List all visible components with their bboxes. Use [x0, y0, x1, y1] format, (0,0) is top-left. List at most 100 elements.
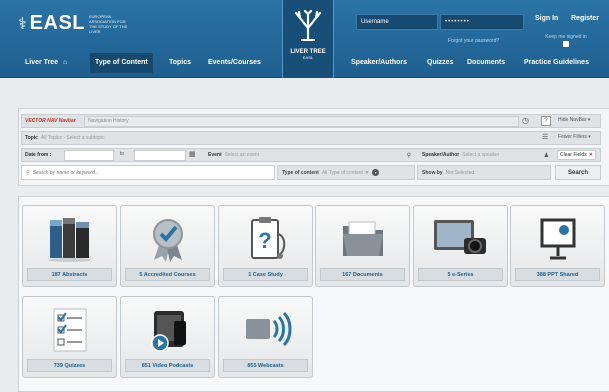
monitor-camera-icon	[414, 214, 507, 269]
topic-value: All Topics - Select a subtopic	[40, 135, 105, 141]
date-to-label: to	[120, 151, 125, 157]
tile-e-series[interactable]: 5 e-Series	[413, 205, 508, 287]
close-icon: ✕	[588, 152, 593, 158]
show-by-label: Show by	[422, 169, 443, 176]
tile-label: 388 PPT Shared	[515, 268, 600, 281]
nav-quizzes[interactable]: Quizzes	[422, 53, 458, 73]
nav-speakers-authors[interactable]: Speaker/Authors	[346, 53, 412, 73]
help-icon[interactable]: ?	[541, 116, 551, 126]
date-to-input[interactable]	[134, 150, 186, 161]
username-input[interactable]: Username	[356, 14, 438, 30]
calendar-icon[interactable]: ▦	[189, 150, 196, 158]
search-placeholder: Search by name or keyword...	[32, 169, 100, 176]
emblem-subtitle: EASL	[302, 55, 314, 60]
history-clock-icon[interactable]: ◷	[522, 116, 529, 125]
tile-webcasts[interactable]: 855 Webcasts	[218, 296, 313, 378]
site-header: ⚕ EASL EUROPEAN ASSOCIATION FOR THE STUD…	[0, 0, 609, 78]
nav-liver-tree-label: Liver Tree	[25, 59, 59, 66]
tile-label: 855 Webcasts	[223, 359, 308, 372]
type-of-content-value: All Type of content	[321, 169, 363, 176]
fewer-filters-toggle[interactable]: Fewer Filters ▾	[558, 134, 591, 140]
clipboard-stethoscope-icon: ?	[219, 214, 312, 269]
tile-label: 739 Quizzes	[27, 359, 112, 372]
speaker-filter[interactable]: Speaker/Author Select a speaker ♟	[419, 149, 553, 161]
caduceus-icon: ⚕	[18, 15, 27, 33]
show-by-select[interactable]: Show by Not Selected	[417, 165, 551, 180]
keep-signed-in[interactable]: Keep me signed in	[540, 34, 592, 47]
tile-label: 851 Video Podcasts	[125, 359, 210, 372]
search-row: ⚲ Search by name or keyword... Type of c…	[21, 165, 601, 180]
navbar-brand: VECTOR NAV Navbar	[22, 115, 76, 127]
list-icon[interactable]: ☰	[542, 133, 548, 141]
fewer-filters-label: Fewer Filters	[558, 134, 587, 140]
books-icon	[23, 214, 116, 269]
clear-fields-button[interactable]: Clear Fields ✕	[557, 150, 596, 160]
tile-abstracts[interactable]: 187 Abstracts	[22, 205, 117, 287]
caret-down-icon: ▾	[588, 134, 591, 140]
folder-icon	[316, 214, 409, 269]
tile-case-study[interactable]: ? 1 Case Study	[218, 205, 313, 287]
tile-label: 187 Abstracts	[27, 268, 112, 281]
date-from-input[interactable]	[64, 150, 114, 161]
tile-label: 5 Accredited Courses	[125, 268, 210, 281]
tree-icon	[294, 9, 322, 42]
award-ribbon-icon	[121, 214, 214, 269]
tile-quizzes[interactable]: 739 Quizzes	[22, 296, 117, 378]
search-button[interactable]: Search	[555, 165, 601, 180]
date-from-label-cell: Date from :	[22, 149, 51, 161]
navigation-history-text: Navigation History	[88, 118, 129, 124]
logo-subtitle: EUROPEAN ASSOCIATION FOR THE STUDY OF TH…	[89, 13, 128, 34]
nav-events-courses[interactable]: Events/Courses	[203, 53, 266, 73]
date-from-label: Date from :	[25, 152, 52, 158]
easl-logo[interactable]: ⚕ EASL EUROPEAN ASSOCIATION FOR THE STUD…	[18, 12, 129, 35]
search-input[interactable]: ⚲ Search by name or keyword...	[21, 165, 275, 180]
tile-ppt-shared[interactable]: 388 PPT Shared	[510, 205, 605, 287]
password-input[interactable]: ••••••••	[440, 14, 524, 30]
navbar-row: VECTOR NAV Navbar Navigation History ◷ ?…	[21, 114, 601, 128]
tile-documents[interactable]: 167 Documents	[315, 205, 410, 287]
type-of-content-label: Type of content	[282, 169, 319, 176]
chevron-down-icon[interactable]: ▾	[372, 169, 380, 176]
caret-down-icon: ▾	[587, 117, 591, 123]
location-pin-icon: ⚲	[406, 152, 411, 159]
liver-tree-emblem[interactable]: LIVER TREE EASL	[282, 0, 334, 78]
tile-accredited-courses[interactable]: 5 Accredited Courses	[120, 205, 215, 287]
tile-label: 5 e-Series	[418, 268, 503, 281]
nav-practice-guidelines[interactable]: Practice Guidelines	[519, 53, 594, 73]
person-icon: ♟	[543, 152, 549, 159]
checklist-icon	[23, 305, 116, 360]
home-icon: ⌂	[63, 59, 68, 66]
close-icon[interactable]: ✕	[365, 170, 369, 176]
navbar-brand-text: VECTOR NAV Navbar	[25, 118, 76, 124]
nav-topics[interactable]: Topics	[164, 53, 196, 73]
logo-text: EASL	[29, 12, 85, 34]
hide-navbar-label: Hide NavBar	[558, 117, 587, 123]
page: ⚕ EASL EUROPEAN ASSOCIATION FOR THE STUD…	[0, 0, 609, 392]
nav-type-of-content[interactable]: Type of Content	[90, 53, 153, 73]
video-devices-icon	[121, 305, 214, 360]
type-of-content-select[interactable]: Type of content All Type of content ✕ ▾	[277, 165, 415, 180]
register-button[interactable]: Register	[571, 15, 599, 22]
filter-panel: VECTOR NAV Navbar Navigation History ◷ ?…	[18, 108, 609, 186]
show-by-value: Not Selected	[445, 169, 475, 176]
keep-signed-in-checkbox[interactable]	[563, 41, 569, 47]
nav-liver-tree[interactable]: Liver Tree ⌂	[20, 53, 72, 73]
tile-label: 1 Case Study	[223, 268, 308, 281]
navigation-history-field[interactable]: Navigation History	[84, 116, 519, 127]
event-filter[interactable]: Event Select an event ⚲	[205, 149, 415, 161]
presentation-screen-icon	[511, 214, 604, 269]
date-event-row: Date from : to ▦ Event Select an event ⚲…	[21, 148, 601, 162]
hide-navbar-toggle[interactable]: Hide NavBar ▾	[558, 117, 590, 123]
event-label: Event	[208, 152, 222, 158]
topic-label: Topic	[25, 135, 38, 141]
sign-in-button[interactable]: Sign In	[535, 15, 558, 22]
topic-filter[interactable]: Topic All Topics - Select a subtopic	[22, 132, 105, 144]
webcast-icon	[219, 305, 312, 360]
keep-signed-in-label: Keep me signed in	[545, 34, 587, 40]
topic-row[interactable]: Topic All Topics - Select a subtopic ☰ F…	[21, 131, 601, 145]
event-value: Select an event	[224, 152, 260, 158]
nav-documents[interactable]: Documents	[462, 53, 510, 73]
tile-label: 167 Documents	[320, 268, 405, 281]
tile-video-podcasts[interactable]: 851 Video Podcasts	[120, 296, 215, 378]
forgot-password-link[interactable]: Forgot your password?	[448, 38, 499, 44]
